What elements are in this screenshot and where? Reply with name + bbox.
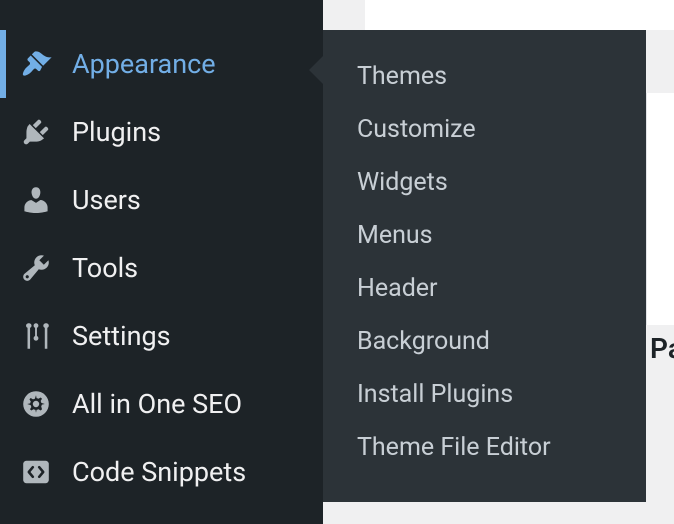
sidebar-item-code-snippets[interactable]: Code Snippets — [0, 438, 323, 506]
sliders-icon — [18, 318, 54, 354]
gear-icon — [18, 386, 54, 422]
submenu-item-themes[interactable]: Themes — [323, 50, 646, 103]
sidebar-item-label: Plugins — [72, 116, 161, 148]
sidebar-item-appearance[interactable]: Appearance — [0, 30, 323, 98]
sidebar-item-plugins[interactable]: Plugins — [0, 98, 323, 166]
submenu-item-menus[interactable]: Menus — [323, 209, 646, 262]
wrench-icon — [18, 250, 54, 286]
submenu-item-customize[interactable]: Customize — [323, 103, 646, 156]
sidebar-item-aioseo[interactable]: All in One SEO — [0, 370, 323, 438]
submenu-item-label: Customize — [357, 115, 476, 144]
content-top-strip — [365, 0, 674, 30]
submenu-item-label: Install Plugins — [357, 380, 513, 409]
submenu-item-label: Menus — [357, 221, 433, 250]
submenu-item-label: Themes — [357, 62, 447, 91]
admin-sidebar: Appearance Plugins Users Tools Settings — [0, 0, 323, 524]
sidebar-item-label: Tools — [72, 252, 138, 284]
sidebar-item-tools[interactable]: Tools — [0, 234, 323, 302]
page-heading-partial: Pa — [650, 332, 674, 365]
submenu-item-label: Theme File Editor — [357, 433, 551, 462]
code-icon — [18, 454, 54, 490]
sidebar-item-label: Users — [72, 184, 141, 216]
sidebar-item-label: Settings — [72, 320, 171, 352]
submenu-item-label: Header — [357, 274, 438, 303]
sidebar-item-label: Appearance — [72, 48, 216, 80]
sidebar-item-label: Code Snippets — [72, 456, 246, 488]
submenu-item-background[interactable]: Background — [323, 315, 646, 368]
user-icon — [18, 182, 54, 218]
content-gap — [646, 30, 674, 93]
submenu-item-widgets[interactable]: Widgets — [323, 156, 646, 209]
sidebar-item-label: All in One SEO — [72, 388, 242, 420]
submenu-item-header[interactable]: Header — [323, 262, 646, 315]
sidebar-item-settings[interactable]: Settings — [0, 302, 323, 370]
content-card-edge — [646, 93, 674, 325]
submenu-item-install-plugins[interactable]: Install Plugins — [323, 368, 646, 421]
submenu-item-theme-file-editor[interactable]: Theme File Editor — [323, 421, 646, 474]
paintbrush-icon — [18, 46, 54, 82]
submenu-item-label: Widgets — [357, 168, 448, 197]
appearance-submenu: Themes Customize Widgets Menus Header Ba… — [323, 30, 646, 502]
sidebar-item-users[interactable]: Users — [0, 166, 323, 234]
plug-icon — [18, 114, 54, 150]
submenu-item-label: Background — [357, 327, 490, 356]
